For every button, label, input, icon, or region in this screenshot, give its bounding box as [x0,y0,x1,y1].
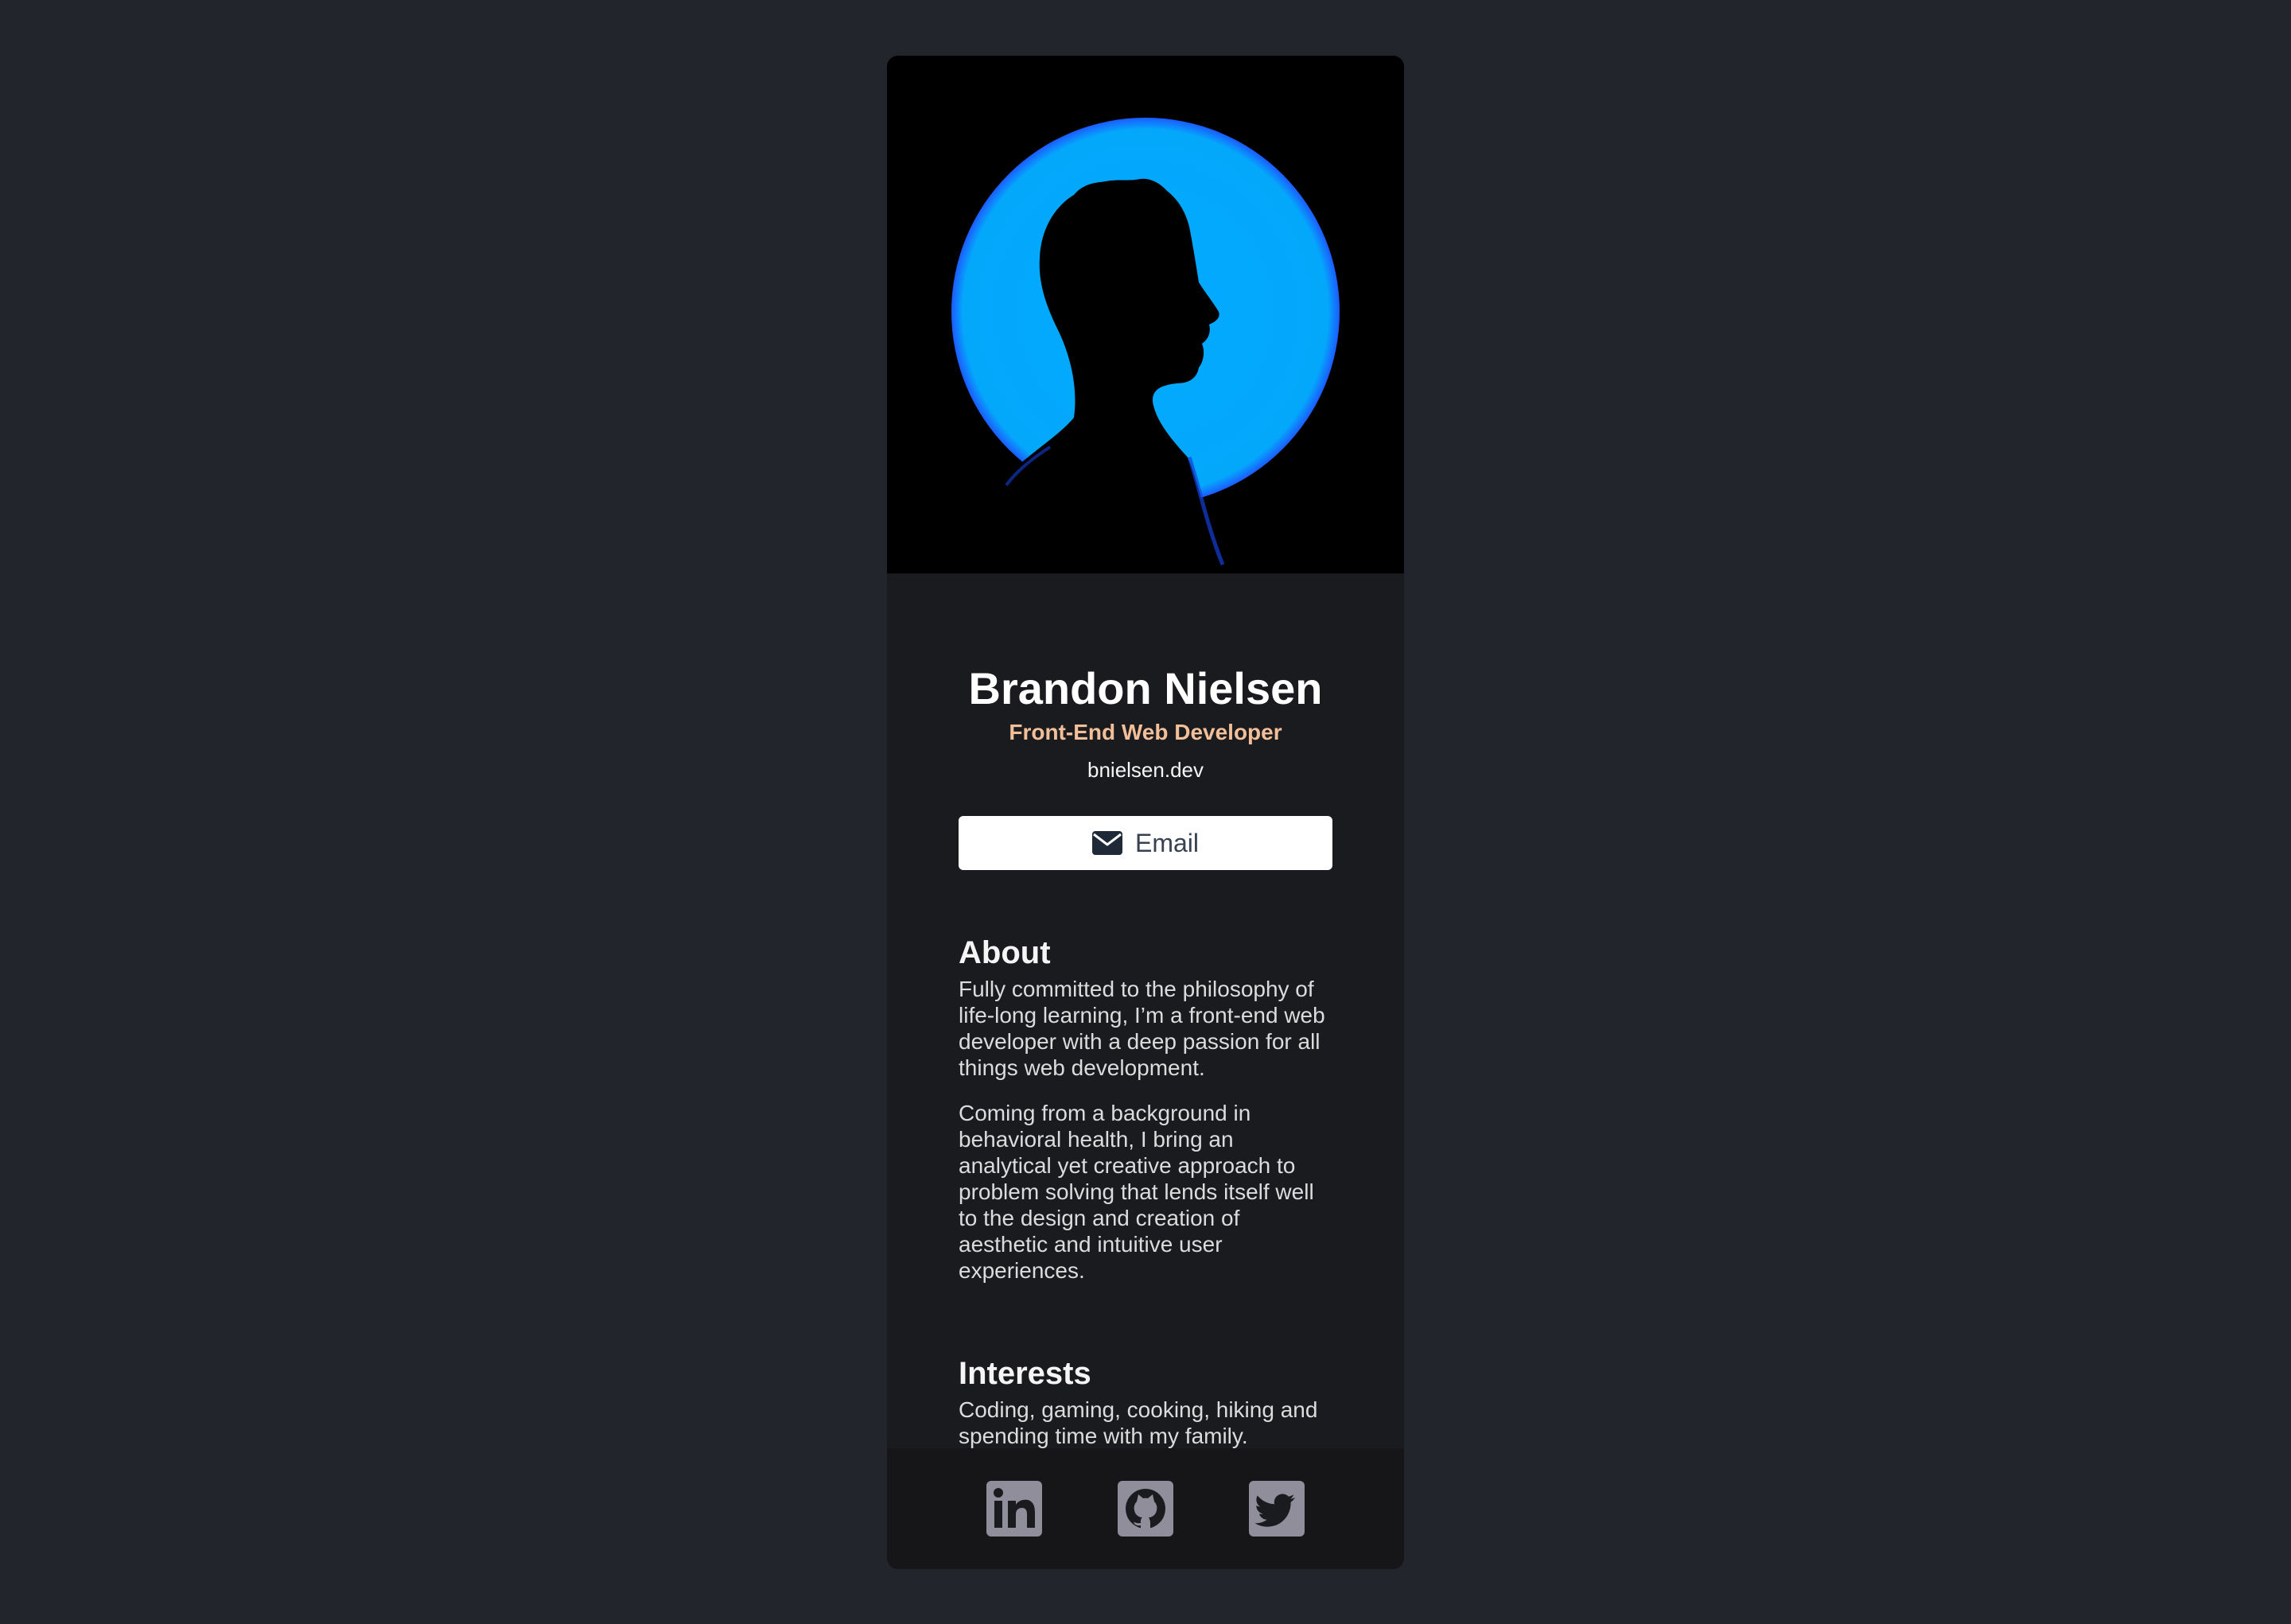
about-heading: About [959,935,1051,970]
email-button-label: Email [1134,829,1199,857]
linkedin-icon[interactable] [986,1481,1042,1537]
profile-name: Brandon Nielsen [968,663,1323,713]
interests-text: Coding, gaming, cooking, hiking and spen… [959,1397,1318,1448]
profile-photo [887,56,1404,573]
website-link[interactable]: bnielsen.dev [887,757,1404,783]
interests-heading: Interests [959,1356,1091,1391]
envelope-icon [1091,831,1122,855]
github-icon[interactable] [1118,1481,1173,1537]
about-section: About Fully committed to the philosophy … [959,933,1332,1284]
about-paragraph: Fully committed to the philosophy of lif… [959,977,1325,1080]
social-footer [887,1448,1404,1569]
about-paragraph: Coming from a background in behavioral h… [959,1101,1314,1283]
profile-title: Front-End Web Developer [1009,720,1282,744]
interests-section: Interests Coding, gaming, cooking, hikin… [959,1354,1332,1449]
twitter-icon[interactable] [1249,1481,1305,1537]
email-button[interactable]: Email [959,816,1332,870]
profile-card: Brandon Nielsen Front-End Web Developer … [887,56,1404,1569]
